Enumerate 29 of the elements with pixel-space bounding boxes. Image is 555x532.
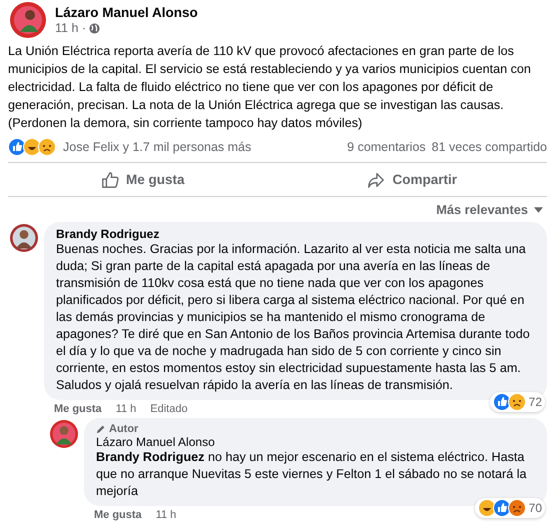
pencil-icon: [96, 424, 106, 434]
comment-author[interactable]: Lázaro Manuel Alonso: [96, 435, 535, 449]
like-link[interactable]: Me gusta: [94, 509, 142, 521]
thumbs-up-icon: [100, 170, 119, 188]
author-label: Autor: [109, 423, 138, 435]
reactors-text[interactable]: Jose Felix y 1.7 mil personas más: [63, 140, 252, 154]
reactions-badge[interactable]: 70: [474, 498, 545, 518]
share-button[interactable]: Compartir: [278, 163, 547, 196]
shares-count[interactable]: 81 veces compartido: [432, 140, 547, 154]
avatar-icon[interactable]: [10, 2, 46, 38]
caret-icon: [534, 206, 543, 212]
comment-time[interactable]: 11 h: [116, 403, 136, 415]
comment-author[interactable]: Brandy Rodriguez: [56, 227, 535, 241]
comment-text: Buenas noches. Gracias por la información. Lazarito al ver esta noticia me salta una duda; Si gran parte de la capital está apagada por una avería en las líneas de transmisión de 110kv cosa está que no tiene nada que ver con los apagones planificados por déficit, pero si libera carga al sistema eléctrico nacional. Por qué en las demás provincias y municipios se ha mantenido el mismo cronograma de apagones? Te diré que en San Antonio de los Baños provincia Artemisa durante todo el día y lo que va de noche y madrugada han sido de 5 con corriente y cinco sin corriente, en estos momentos estoy sin electricidad supuestamente hasta las 5 am. Saludos y ojalá resuelvan rápido la avería en las líneas de transmisión.: [56, 241, 531, 394]
sort-dropdown[interactable]: Más relevantes: [432, 199, 547, 220]
like-link[interactable]: Me gusta: [54, 403, 102, 415]
avatar-icon[interactable]: [50, 420, 78, 448]
reactions-badge[interactable]: 72: [490, 392, 545, 412]
comments-count[interactable]: 9 comentarios: [347, 140, 426, 154]
person-avatar-icon[interactable]: [10, 224, 38, 252]
share-arrow-icon: [367, 170, 386, 188]
globe-icon: [89, 22, 100, 34]
comment-time[interactable]: 11 h: [156, 509, 176, 521]
comment-text: Brandy Rodriguez no hay un mejor escenario en el sistema eléctrico. Hasta que no arranque Nuevitas 5 este viernes y Felton 1 el sábado no se notará la mejoría: [96, 449, 528, 500]
edited-label: Editado: [150, 403, 188, 415]
author-name[interactable]: Lázaro Manuel Alonso: [55, 5, 198, 20]
like-button[interactable]: Me gusta: [8, 163, 278, 196]
post-time[interactable]: 11 h ·: [55, 21, 86, 35]
post-text: La Unión Eléctrica reporta avería de 110 kV que provocó afectaciones en gran parte de los municipios de la capital. El servicio se está restableciendo y ya varios municipios cuentan con electricidad. La falta de fluido eléctrico no tiene que ver con los apagones por déficit de generación, precisan. La nota de la Unión Eléctrica agrega que se investigan las causas. (Perdonen la demora, sin corriente tampoco hay datos móviles): [8, 43, 532, 132]
